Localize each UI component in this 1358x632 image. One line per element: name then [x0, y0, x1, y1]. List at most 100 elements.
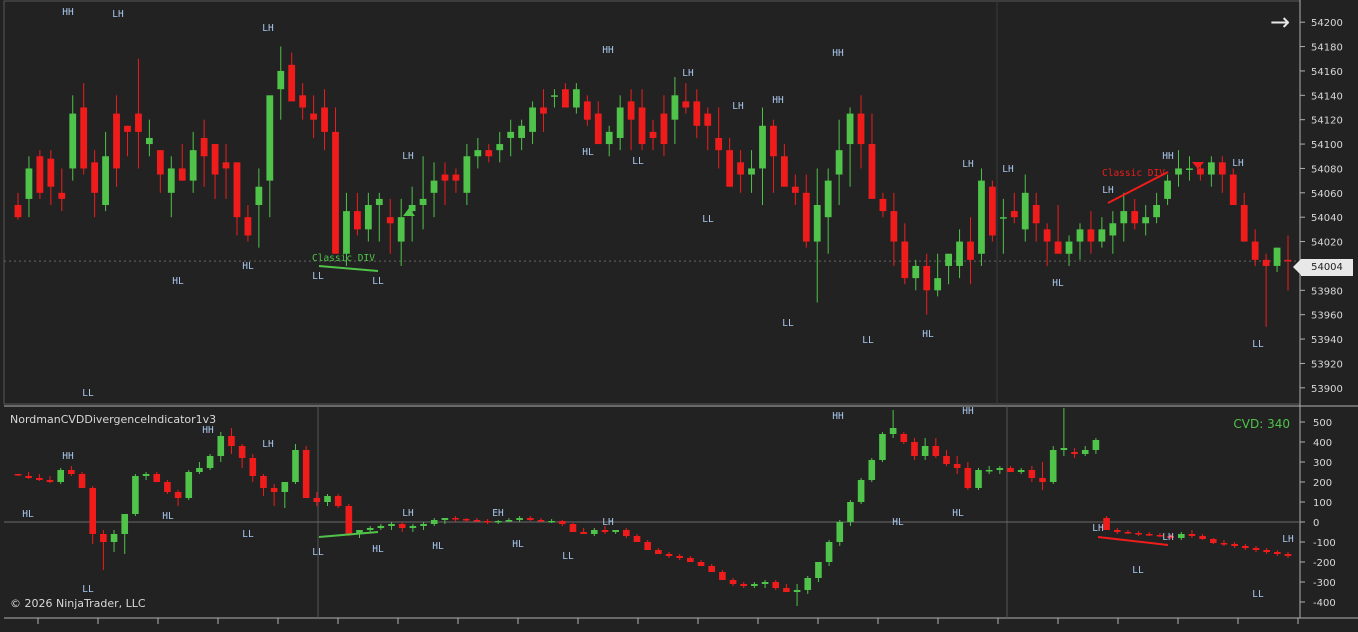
price-swing-label: HH — [772, 95, 784, 106]
price-candle-body — [1021, 192, 1029, 230]
chart-canvas[interactable]: HH LH LL HL LH HL LL LL LH HH HL LL LH LL LH HH HH LL LL HL… — [0, 0, 1358, 632]
cvd-candle-body — [857, 480, 865, 502]
cvd-candle-body — [1124, 532, 1132, 534]
cvd-candle-body — [249, 458, 257, 476]
cvd-candle-body — [964, 468, 972, 488]
divergence-overlays: HH LH LL HL LH HL LL LL LH HH HL LL LH LL LH HH HH LL LL HL… — [22, 7, 1294, 600]
price-swing-label: HL — [242, 261, 254, 272]
cvd-candle-body — [185, 472, 193, 498]
price-swing-label: LL — [862, 335, 874, 346]
cvd-swing-label: LL — [82, 584, 94, 595]
cvd-candle-body — [1071, 452, 1078, 454]
cvd-candle-body — [462, 519, 470, 521]
price-candle-body — [748, 168, 755, 175]
cvd-candle-body — [1284, 554, 1292, 556]
price-candle-body — [1175, 168, 1182, 175]
price-candle-body — [857, 113, 865, 145]
price-candle-body — [572, 89, 580, 108]
price-candle-body — [1153, 205, 1161, 218]
cvd-candle-body — [900, 434, 908, 442]
cvd-candle-body — [751, 584, 758, 586]
price-candle-body — [890, 211, 898, 242]
cvd-candle-body — [676, 556, 683, 558]
cvd-candle-body — [783, 588, 790, 592]
cvd-candle-body — [174, 492, 182, 498]
cvd-candle-body — [217, 436, 225, 456]
price-swing-label: HL — [582, 147, 594, 158]
price-candle-body — [912, 265, 920, 279]
price-candle-body — [1076, 229, 1084, 242]
price-candle-body — [69, 113, 77, 169]
cvd-candle-body — [292, 450, 299, 482]
cvd-candles — [14, 408, 1292, 606]
cvd-candle-body — [558, 521, 566, 524]
arrow-right-icon[interactable]: → — [1266, 8, 1294, 36]
cvd-candle-body — [164, 482, 171, 492]
price-candle-body — [671, 95, 679, 120]
cvd-candle-body — [1242, 546, 1249, 548]
cvd-candle-body — [815, 562, 822, 578]
price-candle-body — [452, 174, 460, 181]
cvd-candle-body — [1060, 448, 1068, 450]
cvd-swing-label: HH — [202, 425, 214, 436]
cvd-candle-body — [868, 460, 876, 480]
cvd-candle-body — [196, 468, 203, 472]
cvd-swing-label: HL — [432, 541, 444, 552]
price-candle-body — [638, 107, 646, 145]
cvd-swing-label: HL — [162, 511, 174, 522]
price-candle-body — [551, 95, 558, 97]
price-candle-body — [945, 253, 952, 266]
cvd-candle-body — [14, 474, 22, 476]
cvd-tick-label: -200 — [1313, 558, 1336, 569]
cvd-candle-body — [238, 446, 246, 458]
price-candle-body — [813, 205, 821, 242]
price-candle-body — [923, 265, 931, 291]
price-swing-label: LH — [262, 23, 274, 34]
price-candle-body — [25, 168, 33, 199]
price-swing-label: LH — [732, 101, 744, 112]
price-candle-body — [102, 156, 109, 205]
price-candle-body — [321, 107, 328, 132]
cvd-candle-body — [153, 474, 161, 482]
price-swing-label: LL — [702, 214, 714, 225]
grid — [3, 0, 1358, 619]
price-candle-body — [737, 162, 744, 175]
cvd-candle-body — [281, 482, 289, 492]
price-candle-body — [113, 113, 120, 169]
cvd-swing-label: HL — [22, 509, 34, 520]
cvd-candle-body — [68, 470, 75, 474]
price-candle-body — [397, 217, 405, 242]
price-candle-body — [124, 125, 131, 132]
cvd-swing-label: LL — [242, 529, 254, 540]
bull-divergence-label: Classic DIV — [312, 253, 375, 264]
price-tick-label: 53920 — [1311, 359, 1343, 370]
cvd-candle-body — [1039, 478, 1046, 482]
price-tick-label: 54060 — [1311, 189, 1343, 200]
price-swing-label: LH — [962, 159, 974, 170]
cvd-candle-body — [548, 521, 555, 523]
price-swing-label: LL — [632, 156, 644, 167]
price-axis[interactable]: 54200 54180 54160 54140 54120 54100 54080 54060… — [37, 18, 1343, 624]
cvd-candle-body — [1092, 440, 1100, 450]
cvd-tick-label: 500 — [1313, 418, 1332, 429]
price-tick-label: 53960 — [1311, 311, 1343, 322]
cvd-candle-body — [1028, 470, 1036, 478]
cvd-swing-label: LL — [562, 551, 574, 562]
cvd-candle-body — [911, 442, 918, 456]
cvd-candle-body — [1177, 534, 1185, 538]
price-candle-body — [299, 95, 307, 108]
price-tick-label: 54200 — [1311, 18, 1343, 29]
cvd-candle-body — [398, 524, 406, 528]
cvd-candle-body — [975, 470, 982, 488]
cvd-candle-body — [313, 498, 321, 502]
price-candle-body — [1131, 211, 1139, 224]
price-candle-body — [1240, 205, 1248, 242]
price-tick-label: 53980 — [1311, 286, 1343, 297]
cvd-candle-body — [825, 542, 833, 562]
price-candle-body — [233, 162, 241, 218]
price-candle-body — [211, 144, 219, 175]
cvd-candle-body — [804, 578, 812, 590]
cvd-candle-body — [1017, 470, 1025, 472]
price-candle-body — [770, 125, 777, 157]
cvd-candle-body — [1209, 539, 1217, 543]
